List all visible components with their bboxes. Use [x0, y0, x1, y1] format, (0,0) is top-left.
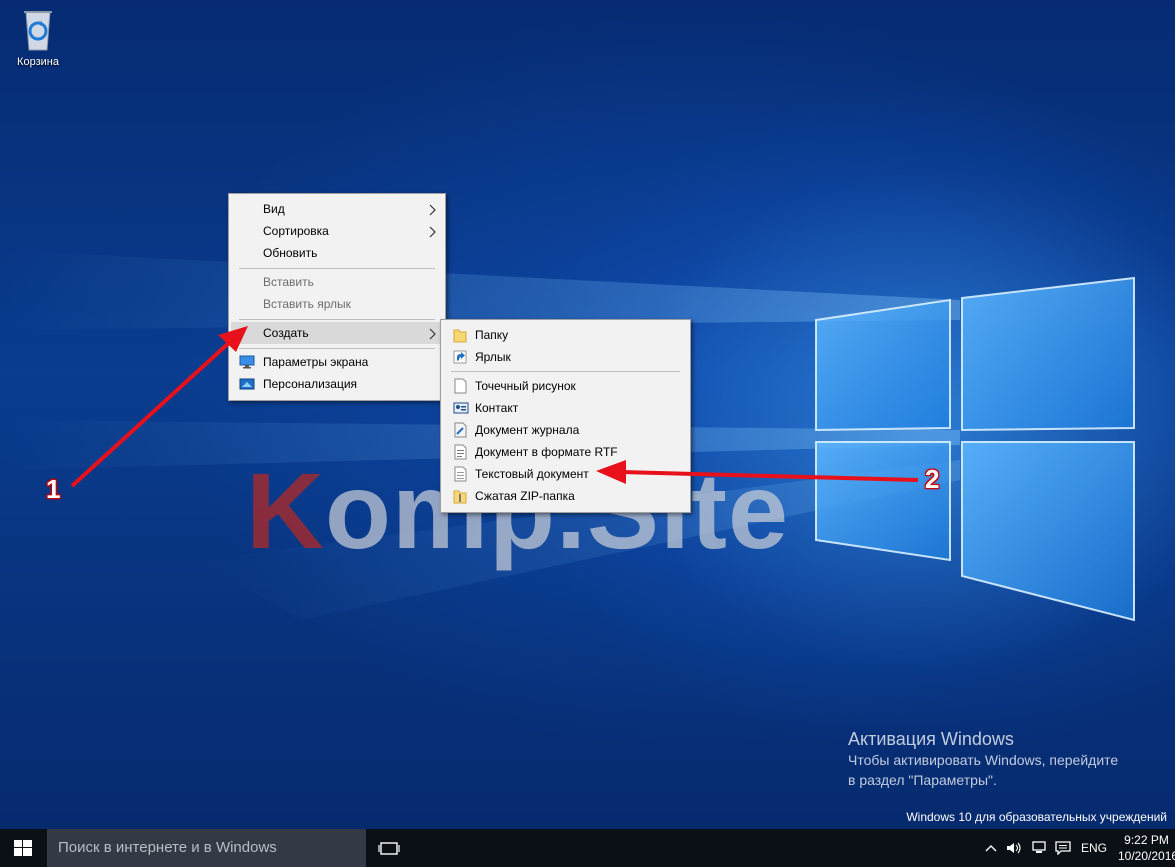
search-placeholder: Поиск в интернете и в Windows: [58, 839, 277, 856]
display-icon: [239, 355, 255, 369]
menu-item-create[interactable]: Создать: [231, 322, 443, 344]
submenu-item-label: Текстовый документ: [475, 467, 589, 481]
submenu-item-shortcut[interactable]: Ярлык: [443, 346, 688, 368]
menu-item-refresh[interactable]: Обновить: [231, 242, 443, 264]
start-button[interactable]: [0, 829, 46, 867]
network-icon[interactable]: [1030, 841, 1048, 855]
chevron-up-icon[interactable]: [984, 841, 998, 855]
menu-item-view[interactable]: Вид: [231, 198, 443, 220]
menu-separator: [239, 348, 435, 349]
menu-item-display-settings[interactable]: Параметры экрана: [231, 351, 443, 373]
recycle-bin[interactable]: Корзина: [8, 6, 68, 68]
text-document-icon: [454, 466, 467, 482]
annotation-number-2: 2: [925, 464, 940, 494]
menu-item-label: Вставить ярлык: [263, 297, 351, 311]
watermark-k: K: [246, 450, 325, 571]
submenu-item-label: Папку: [475, 328, 509, 342]
submenu-item-zip[interactable]: Сжатая ZIP-папка: [443, 485, 688, 507]
rtf-icon: [454, 444, 467, 460]
bitmap-icon: [454, 378, 467, 394]
shortcut-icon: [453, 350, 467, 364]
search-input[interactable]: Поиск в интернете и в Windows: [47, 829, 366, 867]
desktop[interactable]: Корзина Komp.Site Вид Сортировка Обновит…: [0, 0, 1175, 829]
submenu-item-label: Документ в формате RTF: [475, 445, 618, 459]
create-submenu: Папку Ярлык Точечный рисунок Контакт Док…: [440, 319, 691, 513]
annotation-number-1: 1: [46, 474, 61, 504]
chevron-right-icon: [429, 226, 436, 238]
submenu-separator: [451, 371, 680, 372]
submenu-item-bitmap[interactable]: Точечный рисунок: [443, 375, 688, 397]
menu-item-label: Вид: [263, 202, 285, 216]
submenu-item-label: Точечный рисунок: [475, 379, 576, 393]
windows-logo-icon: [14, 840, 32, 856]
chevron-right-icon: [429, 204, 436, 216]
submenu-item-label: Ярлык: [475, 350, 511, 364]
submenu-item-label: Сжатая ZIP-папка: [475, 489, 575, 503]
menu-item-label: Обновить: [263, 246, 318, 260]
activation-line-1: Чтобы активировать Windows, перейдите: [848, 752, 1119, 768]
submenu-item-label: Контакт: [475, 401, 519, 415]
submenu-item-contact[interactable]: Контакт: [443, 397, 688, 419]
activation-notice: Активация Windows Чтобы активировать Win…: [848, 729, 1118, 790]
menu-item-label: Вставить: [263, 275, 314, 289]
menu-item-personalization[interactable]: Персонализация: [231, 373, 443, 395]
clock[interactable]: 9:22 PM 10/20/2016: [1118, 832, 1175, 864]
zip-folder-icon: [453, 490, 467, 504]
menu-item-paste-shortcut: Вставить ярлык: [231, 293, 443, 315]
menu-item-label: Сортировка: [263, 224, 329, 238]
menu-item-sort[interactable]: Сортировка: [231, 220, 443, 242]
submenu-item-label: Документ журнала: [475, 423, 580, 437]
menu-item-label: Создать: [263, 326, 309, 340]
submenu-item-rtf[interactable]: Документ в формате RTF: [443, 441, 688, 463]
submenu-item-text-document[interactable]: Текстовый документ: [443, 463, 688, 485]
contact-icon: [453, 402, 469, 414]
submenu-item-folder[interactable]: Папку: [443, 324, 688, 346]
language-indicator[interactable]: ENG: [1081, 829, 1107, 867]
menu-separator: [239, 268, 435, 269]
folder-icon: [453, 329, 467, 343]
journal-icon: [454, 422, 467, 438]
menu-item-paste: Вставить: [231, 271, 443, 293]
chevron-right-icon: [429, 328, 436, 340]
action-center-icon[interactable]: [1055, 841, 1071, 855]
clock-time: 9:22 PM: [1124, 833, 1169, 847]
recycle-bin-label: Корзина: [17, 56, 59, 68]
clock-date: 10/20/2016: [1118, 849, 1175, 863]
submenu-item-journal[interactable]: Документ журнала: [443, 419, 688, 441]
volume-icon[interactable]: [1006, 841, 1022, 855]
task-view-icon[interactable]: [376, 838, 402, 860]
menu-separator: [239, 319, 435, 320]
windows-edition: Windows 10 для образовательных учреждени…: [906, 810, 1167, 824]
activation-line-2: в раздел "Параметры".: [848, 772, 997, 788]
personalization-icon: [239, 378, 255, 390]
recycle-bin-icon: [24, 11, 52, 51]
activation-title: Активация Windows: [848, 729, 1014, 749]
taskbar: Поиск в интернете и в Windows ENG 9:22 P…: [0, 829, 1175, 867]
desktop-context-menu: Вид Сортировка Обновить Вставить Вставит…: [228, 193, 446, 401]
menu-item-label: Параметры экрана: [263, 355, 369, 369]
menu-item-label: Персонализация: [263, 377, 358, 391]
